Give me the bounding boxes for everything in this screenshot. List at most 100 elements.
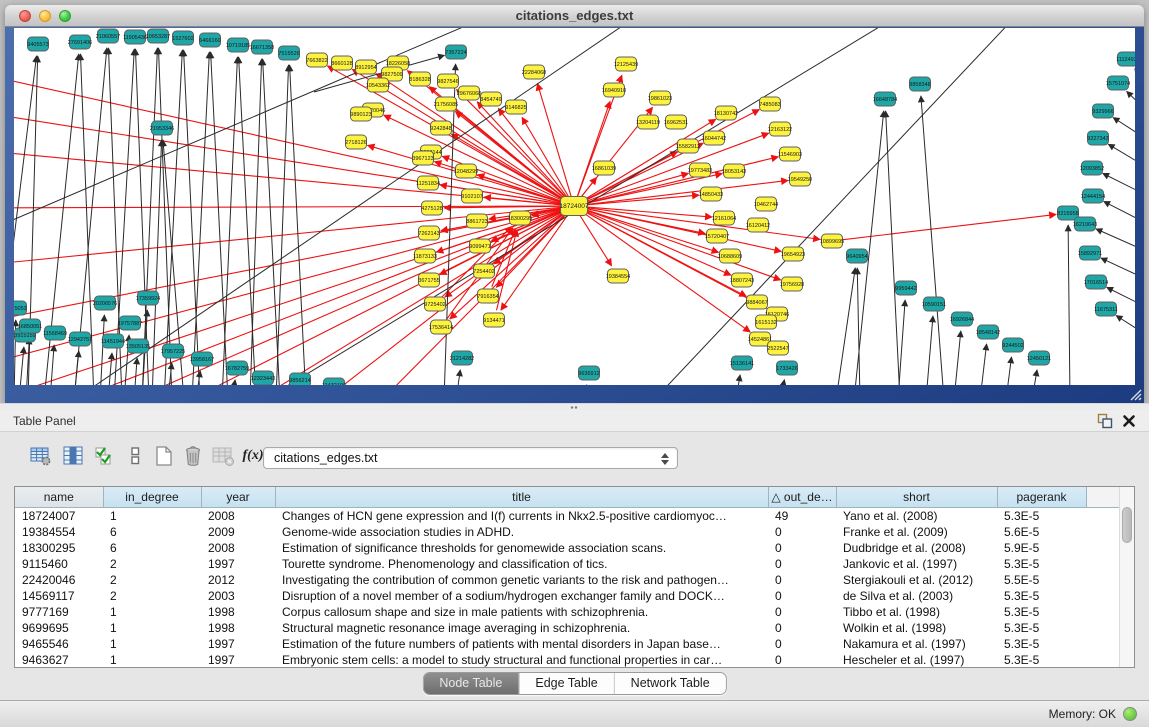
window-titlebar[interactable]: citations_edges.txt xyxy=(5,5,1144,27)
graph-node[interactable]: 11451944 xyxy=(101,334,125,348)
graph-edge[interactable] xyxy=(496,230,517,311)
graph-edge[interactable] xyxy=(244,211,565,385)
graph-edge[interactable] xyxy=(19,347,24,385)
graph-node[interactable]: 7515526 xyxy=(278,46,299,60)
table-settings-button[interactable] xyxy=(28,442,54,470)
graph-edge[interactable] xyxy=(780,380,784,385)
tab-network-table[interactable]: Network Table xyxy=(614,673,726,694)
graph-node[interactable]: 11873133 xyxy=(413,249,437,263)
graph-edge[interactable] xyxy=(184,50,200,385)
graph-edge[interactable] xyxy=(134,358,137,385)
graph-node[interactable]: 9102107 xyxy=(461,189,482,203)
graph-node[interactable]: 9890123 xyxy=(350,107,371,121)
graph-edge[interactable] xyxy=(50,345,54,385)
graph-node[interactable]: 9858348 xyxy=(909,77,930,91)
graph-node[interactable]: 10899695 xyxy=(820,234,844,248)
graph-node[interactable]: 9884067 xyxy=(746,295,767,309)
new-document-button[interactable] xyxy=(151,442,177,470)
column-header-in_degree[interactable]: in_degree xyxy=(103,487,201,508)
graph-node[interactable]: 18548142 xyxy=(976,325,1000,339)
graph-node[interactable]: 19384554 xyxy=(606,269,630,283)
resize-grip-icon[interactable] xyxy=(1128,387,1142,401)
graph-node[interactable]: 8186328 xyxy=(409,72,430,86)
graph-node[interactable]: 16850051 xyxy=(18,319,42,333)
table-row[interactable]: 911546021997Tourette syndrome. Phenomeno… xyxy=(15,556,1119,572)
table-row[interactable]: 977716911998Corpus callosum shape and si… xyxy=(15,604,1119,620)
graph-node[interactable]: 7357224 xyxy=(445,45,466,59)
graph-node[interactable]: 15892971 xyxy=(1078,246,1102,260)
table-row[interactable]: 1830029562008Estimation of significance … xyxy=(15,540,1119,556)
graph-node[interactable]: 9636912 xyxy=(578,366,599,380)
graph-node[interactable]: 16671358 xyxy=(250,40,274,54)
table-row[interactable]: 1938455462009Genome-wide association stu… xyxy=(15,524,1119,540)
graph-edge[interactable] xyxy=(1113,118,1135,140)
graph-node[interactable]: 19756928 xyxy=(780,277,804,291)
graph-node[interactable]: 10688609 xyxy=(718,249,742,263)
graph-node[interactable]: 11568469 xyxy=(43,326,67,340)
table-selector-dropdown[interactable]: citations_edges.txt xyxy=(263,447,678,469)
graph-edge[interactable] xyxy=(142,48,157,385)
graph-node[interactable]: 18300295 xyxy=(508,211,532,225)
panel-divider[interactable] xyxy=(0,403,1149,410)
graph-edge[interactable] xyxy=(1068,225,1070,385)
column-header-pagerank[interactable]: pagerank xyxy=(997,487,1086,508)
graph-edge[interactable] xyxy=(1116,315,1135,336)
graph-edge[interactable] xyxy=(1103,173,1135,196)
graph-node[interactable]: 19654923 xyxy=(781,247,805,261)
graph-node[interactable]: 9827546 xyxy=(437,74,458,88)
graph-node[interactable]: 22284068 xyxy=(522,65,546,79)
graph-node[interactable]: 12093852 xyxy=(1080,161,1104,175)
graph-node[interactable]: 12048299 xyxy=(454,164,478,178)
graph-node[interactable]: 9146825 xyxy=(505,100,526,114)
graph-node[interactable]: 16120412 xyxy=(746,218,770,232)
graph-node[interactable]: 6466160 xyxy=(199,33,220,47)
graph-edge[interactable] xyxy=(164,50,182,385)
graph-node[interactable]: 11251834 xyxy=(416,176,440,190)
graph-node[interactable]: 10543362 xyxy=(366,78,390,92)
graph-node[interactable]: 17016514 xyxy=(1084,275,1108,289)
graph-node[interactable]: 21756085 xyxy=(434,97,458,111)
column-header-name[interactable]: name xyxy=(15,487,103,508)
graph-node[interactable]: 19549250 xyxy=(788,172,812,186)
table-row[interactable]: 946554611997Estimation of the future num… xyxy=(15,636,1119,652)
graph-node[interactable]: 19861023 xyxy=(648,91,672,105)
graph-node[interactable]: 8454749 xyxy=(480,92,501,106)
graph-node[interactable]: 1733426 xyxy=(776,361,797,375)
table-row[interactable]: 2242004622012Investigating the contribut… xyxy=(15,572,1119,588)
graph-node[interactable]: 8912954 xyxy=(355,60,376,74)
graph-node[interactable]: 9856214 xyxy=(289,373,310,385)
graph-node[interactable]: 10653287 xyxy=(146,29,170,43)
graph-edge[interactable] xyxy=(842,214,1056,239)
graph-node[interactable]: 10719185 xyxy=(226,38,250,52)
scrollbar-thumb[interactable] xyxy=(1122,507,1132,543)
graph-edge[interactable] xyxy=(232,380,235,385)
graph-node[interactable]: 9244502 xyxy=(1002,338,1023,352)
graph-node[interactable]: 9959442 xyxy=(895,281,916,295)
graph-node[interactable]: 16926844 xyxy=(950,312,974,326)
graph-node[interactable]: 11124938 xyxy=(1116,52,1135,66)
tab-node-table[interactable]: Node Table xyxy=(423,673,518,694)
graph-node-hub[interactable]: 18724007 xyxy=(560,197,589,216)
graph-node[interactable]: 13505135 xyxy=(126,339,150,353)
graph-edge[interactable] xyxy=(577,101,610,196)
graph-node[interactable]: 18053143 xyxy=(722,164,746,178)
graph-node[interactable]: 18130742 xyxy=(714,106,738,120)
graph-node[interactable]: 10462744 xyxy=(754,197,778,211)
graph-node[interactable]: 11432100 xyxy=(322,378,346,385)
graph-node[interactable]: 16861039 xyxy=(592,161,616,175)
graph-node[interactable]: 16962531 xyxy=(664,115,688,129)
graph-node[interactable]: 15136141 xyxy=(730,356,754,370)
graph-edge[interactable] xyxy=(954,331,961,385)
graph-edge[interactable] xyxy=(108,353,112,385)
graph-node[interactable]: 7916354 xyxy=(477,289,498,303)
graph-node[interactable]: 1527602 xyxy=(172,31,193,45)
graph-node[interactable]: 17957225 xyxy=(161,344,185,358)
table-row[interactable]: 1872400712008Changes of HCN gene express… xyxy=(15,508,1119,525)
graph-node[interactable]: 12323443 xyxy=(251,371,275,385)
tab-edge-table[interactable]: Edge Table xyxy=(518,673,613,694)
table-row[interactable]: 1456911722003Disruption of a novel membe… xyxy=(15,588,1119,604)
float-window-icon[interactable] xyxy=(1097,413,1113,429)
graph-node[interactable]: 9640954 xyxy=(846,249,867,263)
graph-node[interactable]: 19773483 xyxy=(688,163,712,177)
select-rows-button[interactable] xyxy=(91,442,117,470)
